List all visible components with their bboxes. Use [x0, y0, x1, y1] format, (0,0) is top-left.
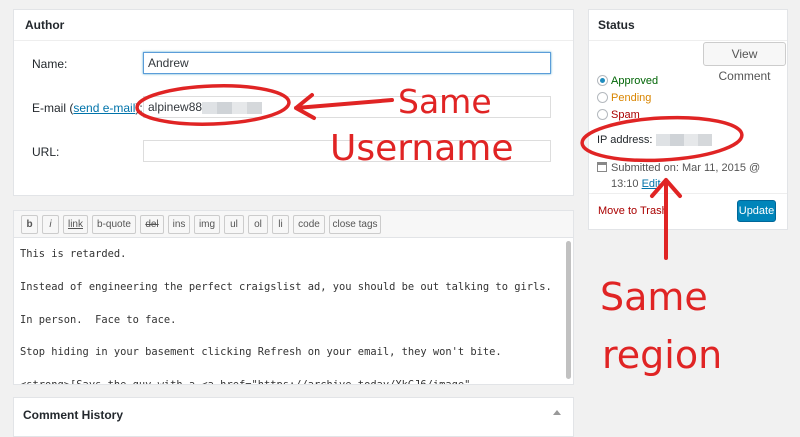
submitted-time: 13:10 [611, 178, 639, 190]
ol-button[interactable]: ol [248, 215, 268, 234]
editor-line: In person. Face to face. [20, 313, 177, 326]
divider [14, 40, 573, 41]
status-spam[interactable]: Spam [597, 108, 640, 122]
submitted-date: Mar 11, 2015 @ [681, 162, 761, 174]
email-field[interactable]: alpinew88 [143, 96, 551, 118]
calendar-icon [597, 162, 607, 172]
editor-line: Instead of engineering the perfect craig… [20, 280, 552, 293]
comment-content[interactable]: This is retarded. Instead of engineering… [20, 246, 559, 384]
radio-checked-icon[interactable] [597, 75, 608, 86]
submitted-label: Submitted on: [611, 162, 679, 174]
submitted-on: Submitted on: Mar 11, 2015 @ 13:10 Edit [597, 160, 783, 192]
code-button[interactable]: code [293, 215, 325, 234]
ip-address: IP address: [597, 134, 712, 147]
collapse-arrow-icon[interactable] [553, 410, 561, 415]
pending-label: Pending [611, 92, 652, 104]
annotation-same-2: Same [600, 275, 708, 319]
email-value: alpinew88 [148, 100, 203, 114]
close-tags-button[interactable]: close tags [329, 215, 381, 234]
comment-editor[interactable]: This is retarded. Instead of engineering… [13, 237, 574, 385]
edit-date-link[interactable]: Edit [642, 178, 661, 190]
editor-line: This is retarded. [20, 248, 127, 260]
comment-history-panel: Comment History [13, 397, 574, 437]
redacted-email [202, 101, 263, 114]
radio-icon[interactable] [597, 109, 608, 120]
status-panel: Status View Comment Approved Pending Spa… [588, 9, 788, 230]
link-button[interactable]: link [63, 215, 88, 234]
view-comment-button[interactable]: View Comment [703, 42, 786, 83]
li-button[interactable]: li [272, 215, 289, 234]
author-title: Author [25, 18, 65, 32]
url-field[interactable] [143, 140, 551, 162]
url-label: URL: [32, 145, 60, 159]
status-approved[interactable]: Approved [597, 74, 658, 88]
ul-button[interactable]: ul [224, 215, 244, 234]
editor-scrollbar[interactable] [566, 241, 571, 379]
editor-line: <strong>[Says the guy with a <a href="ht… [20, 377, 559, 384]
name-label: Name: [32, 57, 68, 71]
spam-label: Spam [611, 109, 640, 121]
redacted-ip [655, 134, 712, 147]
radio-icon[interactable] [597, 92, 608, 103]
italic-button[interactable]: i [42, 215, 59, 234]
bold-button[interactable]: b [21, 215, 38, 234]
author-panel: Author Name: Andrew E-mail (send e-mail)… [13, 9, 574, 196]
name-field[interactable]: Andrew [143, 52, 551, 74]
ins-button[interactable]: ins [168, 215, 190, 234]
status-title: Status [598, 18, 635, 32]
img-button[interactable]: img [194, 215, 220, 234]
divider [589, 40, 787, 41]
ip-label: IP address: [597, 134, 653, 146]
status-pending[interactable]: Pending [597, 91, 651, 105]
approved-label: Approved [611, 75, 659, 87]
email-label-text: E-mail [32, 101, 67, 115]
blockquote-button[interactable]: b-quote [92, 215, 136, 234]
email-label: E-mail (send e-mail): [32, 101, 143, 115]
divider [589, 193, 787, 194]
editor-line: Stop hiding in your basement clicking Re… [20, 346, 502, 359]
del-button[interactable]: del [140, 215, 164, 234]
move-to-trash-link[interactable]: Move to Trash [598, 205, 668, 217]
update-button[interactable]: Update [737, 200, 776, 222]
annotation-region: region [602, 333, 722, 377]
send-email-link[interactable]: send e-mail [73, 101, 135, 115]
quicktags-toolbar: b i link b-quote del ins img ul ol li co… [13, 210, 574, 238]
